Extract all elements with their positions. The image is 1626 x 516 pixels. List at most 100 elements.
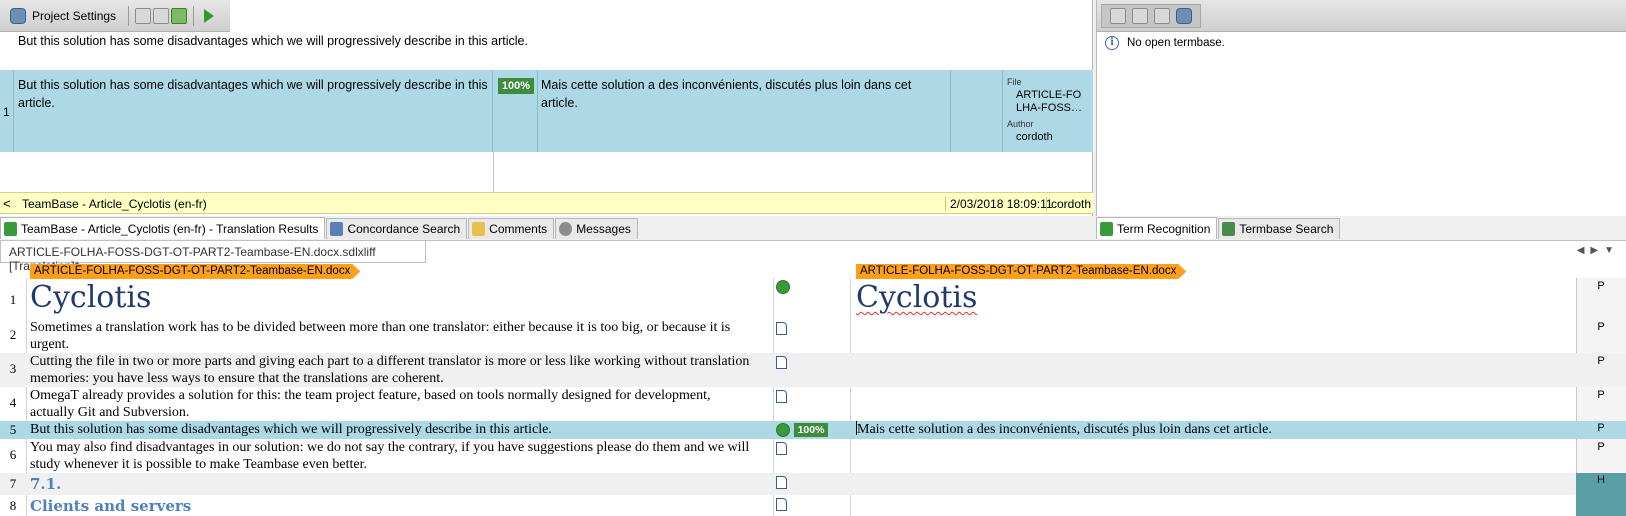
segment-number: 5 xyxy=(9,422,17,437)
segment-number: 6 xyxy=(9,447,17,462)
toolbar-separator xyxy=(193,5,195,26)
segment-status xyxy=(776,280,790,297)
segment-row[interactable]: 8 Clients and servers xyxy=(0,495,1626,516)
confirmed-icon xyxy=(776,280,790,294)
termbase-doc-icon[interactable] xyxy=(1110,7,1126,24)
file-key: File xyxy=(1007,77,1022,87)
segment-row[interactable]: 7 7.1. H xyxy=(0,473,1626,495)
segment-status: 100% xyxy=(776,423,828,440)
termbase-filter-icon[interactable] xyxy=(1132,7,1148,24)
segment-row-active[interactable]: 5 But this solution has some disadvantag… xyxy=(0,421,1626,439)
translation-results-toolbar: Project Settings xyxy=(0,0,230,32)
column-divider xyxy=(1002,70,1003,152)
term-recognition-icon xyxy=(1100,221,1113,236)
column-divider xyxy=(950,70,951,152)
structure-tag xyxy=(1576,495,1626,516)
project-settings-label: Project Settings xyxy=(32,8,117,23)
segment-number: 2 xyxy=(9,327,17,342)
source-file-tag: ARTICLE-FOLHA-FOSS-DGT-OT-PART2-Teambase… xyxy=(30,264,360,279)
tab-term-recognition[interactable]: Term Recognition xyxy=(1096,217,1218,239)
termbase-toolbar xyxy=(1097,0,1626,32)
segment-status xyxy=(776,476,787,492)
concordance-icon xyxy=(330,222,344,236)
segment-status xyxy=(776,322,787,338)
active-source-text: But this solution has some disadvantages… xyxy=(18,34,528,48)
segment-status xyxy=(776,442,787,458)
draft-icon xyxy=(776,356,787,369)
comments-icon xyxy=(472,222,486,236)
tab-navigation[interactable]: ◀▶▼ xyxy=(1577,245,1620,256)
column-divider xyxy=(537,70,538,152)
result-date: 2/03/2018 18:09:11 xyxy=(945,197,1053,211)
segment-source: Cutting the file in two or more parts an… xyxy=(30,354,750,386)
segment-target[interactable]: Mais cette solution a des inconvénients,… xyxy=(856,421,1576,438)
tab-label: Termbase Search xyxy=(1239,222,1334,236)
segment-source: Clients and servers xyxy=(30,497,192,515)
column-divider xyxy=(492,70,493,152)
structure-tag: P xyxy=(1597,389,1605,401)
messages-icon xyxy=(559,222,573,236)
segment-source: Sometimes a translation work has to be d… xyxy=(30,320,731,352)
segment-row[interactable]: 4 OmegaT already provides a solution for… xyxy=(0,387,1626,421)
draft-icon xyxy=(776,476,787,489)
tab-translation-results[interactable]: TeamBase - Article_Cyclotis (en-fr) - Tr… xyxy=(0,217,326,239)
structure-tag: P xyxy=(1597,441,1605,453)
termbase-view-icon[interactable] xyxy=(1154,7,1170,24)
draft-icon xyxy=(776,498,787,511)
results-tab-bar: TeamBase - Article_Cyclotis (en-fr) - Tr… xyxy=(0,217,639,239)
target-file-tag: ARTICLE-FOLHA-FOSS-DGT-OT-PART2-Teambase… xyxy=(856,264,1186,279)
segment-number: 7 xyxy=(9,476,17,491)
match-percentage-badge: 100% xyxy=(794,423,828,437)
segment-number: 8 xyxy=(9,498,17,513)
tab-messages[interactable]: Messages xyxy=(555,218,638,239)
add-document-down-icon[interactable] xyxy=(153,7,170,24)
translation-results-panel: Project Settings But this solution has s… xyxy=(0,0,1093,216)
termbase-message: i No open termbase. xyxy=(1105,36,1225,50)
segment-source: You may also find disadvantages in our s… xyxy=(30,440,750,472)
termbase-message-text: No open termbase. xyxy=(1127,37,1225,49)
draft-icon xyxy=(776,322,787,335)
tab-comments[interactable]: Comments xyxy=(468,218,555,239)
translation-result-row[interactable]: 1 But this solution has some disadvantag… xyxy=(0,70,1093,152)
teambase-name: TeamBase - Article_Cyclotis (en-fr) xyxy=(22,197,207,211)
result-author: cordoth xyxy=(1046,197,1091,211)
share-icon: < xyxy=(3,196,11,211)
segment-source: OmegaT already provides a solution for t… xyxy=(30,388,711,420)
project-settings-button[interactable]: Project Settings xyxy=(4,5,122,27)
segment-row[interactable]: 3 Cutting the file in two or more parts … xyxy=(0,353,1626,387)
draft-icon xyxy=(776,442,787,455)
structure-tag: P xyxy=(1597,321,1605,333)
segment-target-text: Mais cette solution a des inconvénients,… xyxy=(857,422,1272,437)
add-document-icon[interactable] xyxy=(135,7,152,24)
result-metadata: File ARTICLE-FOLHA-FOSS… Author cordoth xyxy=(1007,76,1091,144)
termbase-search-icon xyxy=(1222,222,1236,236)
segment-number: 3 xyxy=(9,361,17,376)
structure-tag: P xyxy=(1597,280,1605,292)
segment-status xyxy=(776,356,787,372)
result-number: 1 xyxy=(3,105,10,119)
result-status-bar: < TeamBase - Article_Cyclotis (en-fr) 2/… xyxy=(0,192,1093,214)
info-icon: i xyxy=(1105,36,1119,50)
segment-target[interactable]: Cyclotis xyxy=(856,280,1576,316)
segment-number: 1 xyxy=(9,292,17,307)
structure-tag: H xyxy=(1576,473,1626,495)
tab-label: Concordance Search xyxy=(347,222,461,236)
match-percentage-badge: 100% xyxy=(498,78,534,94)
segment-source: Cyclotis xyxy=(30,280,152,315)
segment-row[interactable]: 6 You may also find disadvantages in our… xyxy=(0,439,1626,473)
add-document-green-icon[interactable] xyxy=(171,7,188,24)
column-divider xyxy=(493,152,494,192)
tab-concordance-search[interactable]: Concordance Search xyxy=(326,218,468,239)
tab-termbase-search[interactable]: Termbase Search xyxy=(1218,218,1341,239)
run-icon[interactable] xyxy=(204,8,215,23)
document-tab[interactable]: ARTICLE-FOLHA-FOSS-DGT-OT-PART2-Teambase… xyxy=(0,241,426,273)
app-window: Project Settings But this solution has s… xyxy=(0,0,1626,516)
segment-source: 7.1. xyxy=(30,475,62,493)
segment-row[interactable]: 2 Sometimes a translation work has to be… xyxy=(0,319,1626,353)
column-divider xyxy=(13,70,14,152)
structure-tag: P xyxy=(1597,355,1605,367)
segment-status xyxy=(776,498,787,514)
termbase-settings-icon[interactable] xyxy=(1176,7,1192,24)
editor-panel: ARTICLE-FOLHA-FOSS-DGT-OT-PART2-Teambase… xyxy=(0,240,1626,516)
segment-row[interactable]: 1 Cyclotis Cyclotis P xyxy=(0,278,1626,319)
